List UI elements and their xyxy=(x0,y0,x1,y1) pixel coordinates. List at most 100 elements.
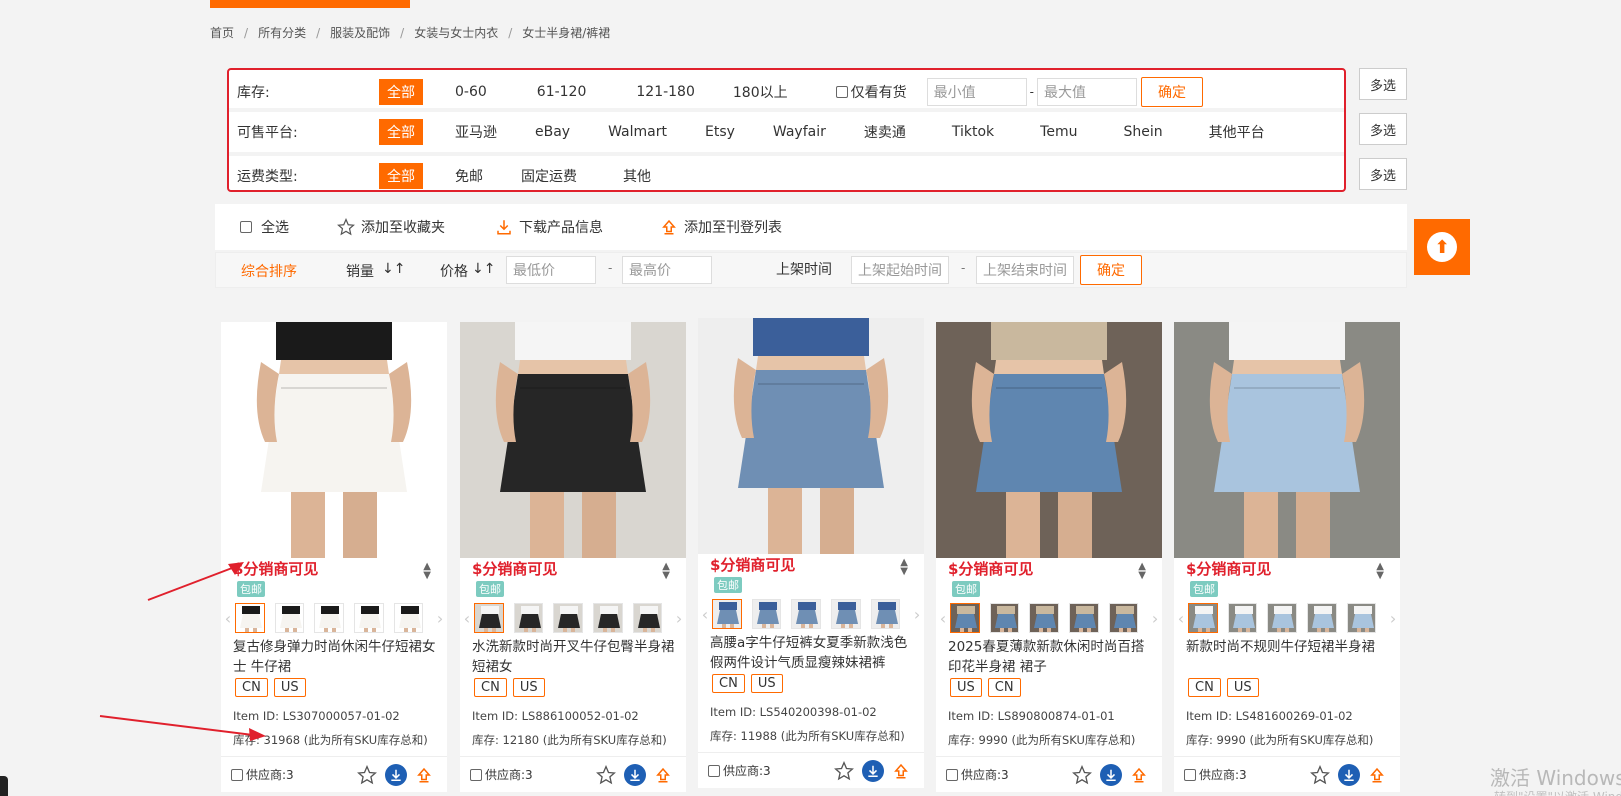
variant-thumbnail[interactable] xyxy=(234,603,265,633)
chevron-left-icon[interactable]: ‹ xyxy=(1174,609,1188,628)
platform-option-other[interactable]: 其他平台 xyxy=(1201,119,1273,145)
variant-thumbnail[interactable] xyxy=(1227,603,1258,633)
back-to-top-button[interactable]: ⬆ xyxy=(1414,219,1470,275)
expand-toggle-icon[interactable]: ▲ ▼ xyxy=(423,562,431,581)
star-icon[interactable] xyxy=(357,764,377,785)
chevron-right-icon[interactable]: › xyxy=(910,605,924,624)
stock-option-0-60[interactable]: 0-60 xyxy=(447,81,495,103)
sort-price[interactable]: 价格 ↓↑ xyxy=(440,261,495,281)
min-price-input[interactable]: 最低价 xyxy=(506,256,596,284)
expand-toggle-icon[interactable]: ▲ ▼ xyxy=(662,562,670,581)
variant-thumbnail[interactable] xyxy=(592,603,623,633)
add-listing-button[interactable]: 添加至刊登列表 xyxy=(660,217,782,237)
product-image[interactable] xyxy=(698,318,924,554)
platform-option-shein[interactable]: Shein xyxy=(1115,121,1170,143)
variant-thumbnail[interactable] xyxy=(274,603,305,633)
star-icon[interactable] xyxy=(1072,764,1092,785)
variant-thumbnail[interactable] xyxy=(553,603,583,633)
breadcrumb-home[interactable]: 首页 xyxy=(210,24,240,41)
variant-thumbnail[interactable] xyxy=(314,603,344,633)
select-all-checkbox[interactable]: 全选 xyxy=(240,217,289,237)
variant-thumbnail[interactable] xyxy=(711,599,742,629)
download-icon[interactable] xyxy=(385,763,407,786)
platform-option-etsy[interactable]: Etsy xyxy=(697,121,743,143)
product-card[interactable]: $分销商可见 ▲ ▼ 包邮 ‹ › 高腰a字牛仔短裤女夏季新款浅色假两件设计气质显… xyxy=(698,318,924,788)
upload-icon[interactable] xyxy=(654,766,672,784)
platform-option-amazon[interactable]: 亚马逊 xyxy=(447,119,505,145)
shipping-option-all[interactable]: 全部 xyxy=(379,163,423,189)
variant-thumbnail[interactable] xyxy=(353,603,384,633)
breadcrumb-apparel[interactable]: 服装及配饰 xyxy=(324,24,396,41)
platform-option-all[interactable]: 全部 xyxy=(379,119,423,145)
stock-max-input[interactable]: 最大值 xyxy=(1036,78,1137,106)
stock-option-121-180[interactable]: 121-180 xyxy=(628,81,703,103)
chevron-left-icon[interactable]: ‹ xyxy=(698,605,712,624)
download-info-button[interactable]: 下载产品信息 xyxy=(495,217,603,237)
variant-thumbnail[interactable] xyxy=(1187,603,1218,633)
download-icon[interactable] xyxy=(1100,763,1122,786)
variant-thumbnail[interactable] xyxy=(1029,603,1059,633)
star-icon[interactable] xyxy=(834,760,854,781)
product-card[interactable]: $分销商可见 ▲ ▼ 包邮 ‹ › 新款时尚不规则牛仔短裙半身裙 CN US It… xyxy=(1174,322,1400,792)
product-card[interactable]: $分销商可见 ▲ ▼ 包邮 ‹ › 水洗新款时尚开叉牛仔包臀半身裙短裙女 CN U… xyxy=(460,322,686,792)
expand-toggle-icon[interactable]: ▲ ▼ xyxy=(1376,562,1384,581)
download-icon[interactable] xyxy=(862,759,884,782)
shipping-option-free[interactable]: 免邮 xyxy=(447,163,491,189)
listed-start-input[interactable]: 上架起始时间 xyxy=(851,256,949,284)
supplier-checkbox[interactable]: 供应商:3 xyxy=(708,762,771,779)
download-icon[interactable] xyxy=(624,763,646,786)
variant-thumbnail[interactable] xyxy=(513,603,544,633)
variant-thumbnail[interactable] xyxy=(751,599,782,629)
product-title[interactable]: 水洗新款时尚开叉牛仔包臀半身裙短裙女 xyxy=(472,637,676,677)
platform-multi-select-button[interactable]: 多选 xyxy=(1359,113,1407,145)
expand-toggle-icon[interactable]: ▲ ▼ xyxy=(1138,562,1146,581)
sort-comprehensive[interactable]: 综合排序 xyxy=(241,261,297,281)
product-card[interactable]: $分销商可见 ▲ ▼ 包邮 ‹ › 复古修身弹力时尚休闲牛仔短裙女士 牛仔裙 CN… xyxy=(221,322,447,792)
time-confirm-button[interactable]: 确定 xyxy=(1080,255,1142,285)
platform-option-ebay[interactable]: eBay xyxy=(527,121,578,143)
max-price-input[interactable]: 最高价 xyxy=(622,256,712,284)
variant-thumbnail[interactable] xyxy=(791,599,821,629)
product-title[interactable]: 新款时尚不规则牛仔短裙半身裙 xyxy=(1186,637,1390,657)
product-image[interactable] xyxy=(936,322,1162,558)
variant-thumbnail[interactable] xyxy=(1267,603,1297,633)
product-image[interactable] xyxy=(221,322,447,558)
variant-thumbnail[interactable] xyxy=(830,599,861,629)
in-stock-only-checkbox[interactable]: 仅看有货 xyxy=(835,82,907,102)
platform-option-tiktok[interactable]: Tiktok xyxy=(944,121,1002,143)
star-icon[interactable] xyxy=(1310,764,1330,785)
listed-end-input[interactable]: 上架结束时间 xyxy=(976,256,1074,284)
platform-option-temu[interactable]: Temu xyxy=(1032,121,1085,143)
breadcrumb-womens[interactable]: 女装与女士内衣 xyxy=(408,24,504,41)
expand-toggle-icon[interactable]: ▲ ▼ xyxy=(900,558,908,577)
stock-option-all[interactable]: 全部 xyxy=(379,79,423,105)
sort-sales[interactable]: 销量 ↓↑ xyxy=(346,261,405,281)
supplier-checkbox[interactable]: 供应商:3 xyxy=(946,766,1009,783)
platform-option-aliexpress[interactable]: 速卖通 xyxy=(856,119,914,145)
product-card[interactable]: $分销商可见 ▲ ▼ 包邮 ‹ › 2025春夏薄款新款休闲时尚百搭印花半身裙 裙… xyxy=(936,322,1162,792)
shipping-option-other[interactable]: 其他 xyxy=(615,163,659,189)
upload-icon[interactable] xyxy=(892,762,910,780)
product-title[interactable]: 复古修身弹力时尚休闲牛仔短裙女士 牛仔裙 xyxy=(233,637,437,677)
supplier-checkbox[interactable]: 供应商:3 xyxy=(470,766,533,783)
variant-thumbnail[interactable] xyxy=(1108,603,1139,633)
chevron-left-icon[interactable]: ‹ xyxy=(460,609,474,628)
variant-thumbnail[interactable] xyxy=(989,603,1020,633)
stock-option-61-120[interactable]: 61-120 xyxy=(529,81,595,103)
product-title[interactable]: 2025春夏薄款新款休闲时尚百搭印花半身裙 裙子 xyxy=(948,637,1152,677)
variant-thumbnail[interactable] xyxy=(949,603,980,633)
stock-confirm-button[interactable]: 确定 xyxy=(1140,77,1203,107)
supplier-checkbox[interactable]: 供应商:3 xyxy=(231,766,294,783)
product-image[interactable] xyxy=(460,322,686,558)
variant-thumbnail[interactable] xyxy=(473,603,504,633)
variant-thumbnail[interactable] xyxy=(1346,603,1377,633)
variant-thumbnail[interactable] xyxy=(1068,603,1099,633)
platform-option-wayfair[interactable]: Wayfair xyxy=(765,121,834,143)
stock-option-180-plus[interactable]: 180以上 xyxy=(725,79,796,105)
variant-thumbnail[interactable] xyxy=(870,599,901,629)
variant-thumbnail[interactable] xyxy=(393,603,424,633)
supplier-checkbox[interactable]: 供应商:3 xyxy=(1184,766,1247,783)
star-icon[interactable] xyxy=(596,764,616,785)
upload-icon[interactable] xyxy=(415,766,433,784)
product-image[interactable] xyxy=(1174,322,1400,558)
